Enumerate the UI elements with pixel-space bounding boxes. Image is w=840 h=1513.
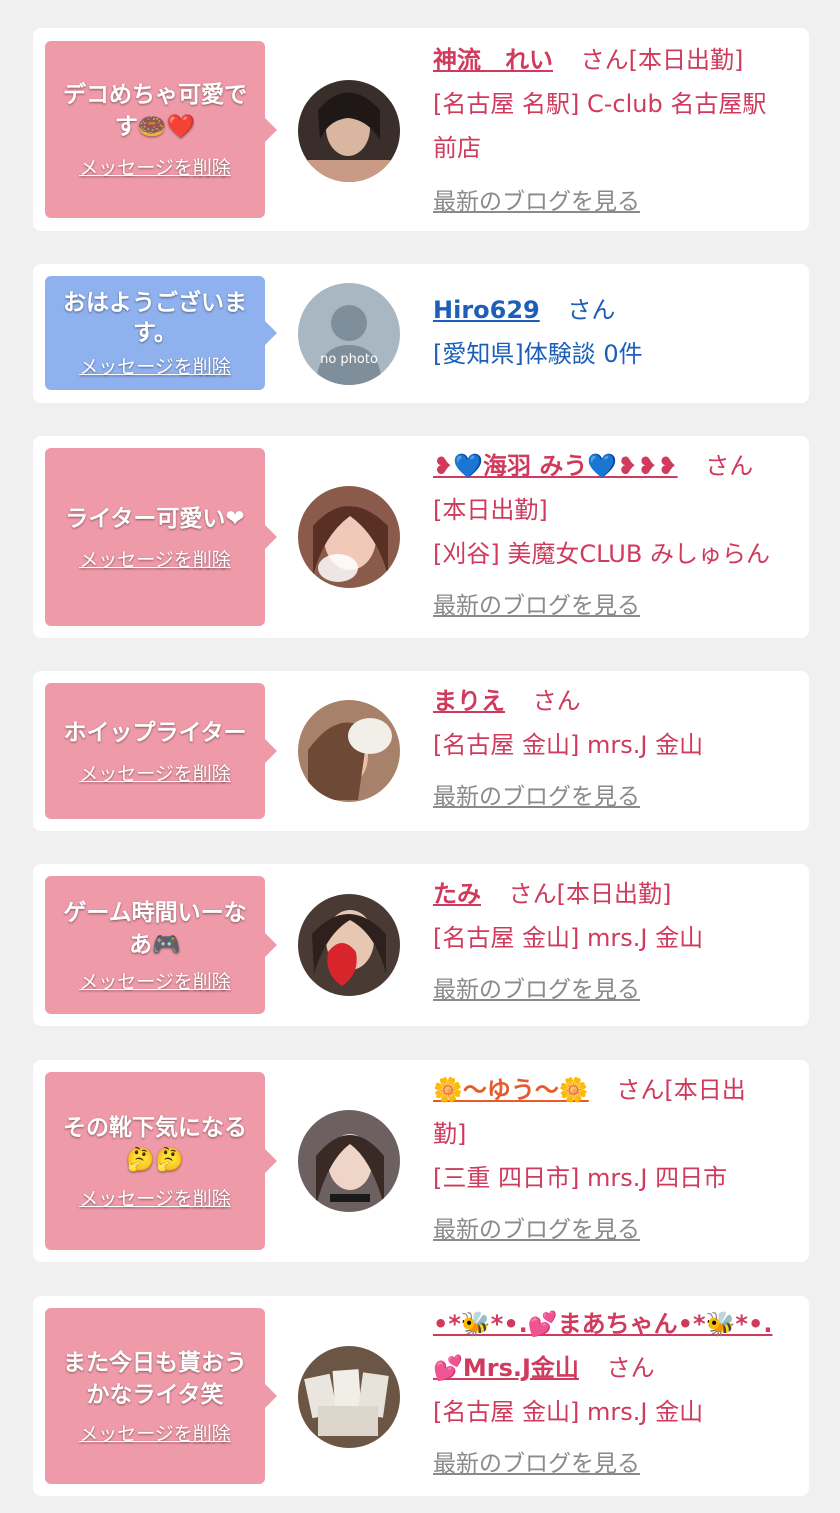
latest-blog-link[interactable]: 最新のブログを見る <box>433 1442 798 1486</box>
profile-info: Hiro629 さん [愛知県]体験談 0件 <box>433 288 798 376</box>
message-line: また今日も貰おう <box>63 1349 247 1376</box>
honorific-status: さん[本日出 <box>616 1076 746 1104</box>
shop-info: [名古屋 金山] mrs.J 金山 <box>433 924 704 952</box>
message-line: 🤔🤔 <box>126 1146 184 1173</box>
profile-name-link[interactable]: 🌼〜ゆう〜🌼 <box>433 1076 589 1104</box>
message-bubble: また今日も貰おう かなライタ笑 メッセージを削除 <box>45 1308 277 1484</box>
message-line: ゲーム時間いーな <box>63 899 247 926</box>
profile-info: まりえ さん [名古屋 金山] mrs.J 金山 最新のブログを見る <box>433 679 798 819</box>
profile-name-link[interactable]: ❥💙海羽 みう💙❥❥❥ <box>433 452 678 480</box>
status-text: [本日出勤] <box>433 496 548 524</box>
latest-blog-link[interactable]: 最新のブログを見る <box>433 968 798 1012</box>
message-card-2: おはようございま す。 メッセージを削除 no photo Hiro629 さん… <box>33 264 809 403</box>
delete-message-button[interactable]: メッセージを削除 <box>79 1419 231 1446</box>
message-line: す。 <box>133 319 177 346</box>
profile-name-link-cont[interactable]: 💕Mrs.J金山 <box>433 1354 579 1382</box>
profile-info: 🌼〜ゆう〜🌼 さん[本日出 勤] [三重 四日市] mrs.J 四日市 最新のブ… <box>433 1068 798 1252</box>
name-line: •*🐝*•.💕まあちゃん•*🐝*•. <box>433 1302 798 1346</box>
message-card-5: ゲーム時間いーな あ🎮 メッセージを削除 たみ さん[本日出勤] [名古屋 金山… <box>33 864 809 1026</box>
honorific: さん <box>606 1354 655 1382</box>
delete-message-button[interactable]: メッセージを削除 <box>79 1184 231 1211</box>
no-photo-text: no photo <box>320 352 378 367</box>
message-bubble: ホイップライター メッセージを削除 <box>45 683 277 819</box>
avatar[interactable] <box>298 700 400 802</box>
shop-info: [名古屋 金山] mrs.J 金山 <box>433 1398 704 1426</box>
delete-message-button[interactable]: メッセージを削除 <box>79 545 231 572</box>
honorific: さん <box>705 452 754 480</box>
review-info: [愛知県]体験談 0件 <box>433 340 643 368</box>
delete-message-button[interactable]: メッセージを削除 <box>79 153 231 180</box>
message-line: あ🎮 <box>129 931 181 958</box>
message-card-3: ライター可愛い❤ メッセージを削除 ❥💙海羽 みう💙❥❥❥ さん [本日出勤] … <box>33 436 809 638</box>
message-card-6: その靴下気になる 🤔🤔 メッセージを削除 🌼〜ゆう〜🌼 さん[本日出 勤] [三… <box>33 1060 809 1262</box>
delete-message-button[interactable]: メッセージを削除 <box>79 967 231 994</box>
profile-info: たみ さん[本日出勤] [名古屋 金山] mrs.J 金山 最新のブログを見る <box>433 872 798 1012</box>
avatar-no-photo[interactable]: no photo <box>298 283 400 385</box>
avatar[interactable] <box>298 80 400 182</box>
shop-info: [名古屋 金山] mrs.J 金山 <box>433 731 704 759</box>
profile-info: 神流 れい さん[本日出勤] [名古屋 名駅] C-club 名古屋駅 前店 最… <box>433 38 798 224</box>
message-bubble: デコめちゃ可愛で す🍩❤️ メッセージを削除 <box>45 41 277 218</box>
profile-info: •*🐝*•.💕まあちゃん•*🐝*•. 💕Mrs.J金山 さん [名古屋 金山] … <box>433 1302 798 1486</box>
profile-name-link[interactable]: まりえ <box>433 687 505 715</box>
message-text: ライター可愛い❤ <box>65 503 244 535</box>
avatar[interactable] <box>298 1110 400 1212</box>
name-line: たみ さん[本日出勤] <box>433 872 798 916</box>
latest-blog-link[interactable]: 最新のブログを見る <box>433 180 798 224</box>
message-bubble: ゲーム時間いーな あ🎮 メッセージを削除 <box>45 876 277 1014</box>
avatar[interactable] <box>298 1346 400 1448</box>
message-bubble: ライター可愛い❤ メッセージを削除 <box>45 448 277 626</box>
shop-info: [三重 四日市] mrs.J 四日市 <box>433 1164 728 1192</box>
name-line-2: 💕Mrs.J金山 さん <box>433 1346 798 1390</box>
delete-message-button[interactable]: メッセージを削除 <box>79 759 231 786</box>
honorific: さん <box>567 296 616 324</box>
message-card-4: ホイップライター メッセージを削除 まりえ さん [名古屋 金山] mrs.J … <box>33 671 809 831</box>
name-line: ❥💙海羽 みう💙❥❥❥ さん <box>433 444 798 488</box>
delete-message-button[interactable]: メッセージを削除 <box>79 352 231 379</box>
message-line: おはようございま <box>63 289 247 316</box>
message-line: デコめちゃ可愛で <box>63 82 247 108</box>
profile-name-link[interactable]: たみ <box>433 880 481 908</box>
name-line: Hiro629 さん <box>433 288 798 332</box>
shop-info-cont: 前店 <box>433 134 481 162</box>
message-line: ホイップライター <box>63 719 247 746</box>
honorific-status: さん[本日出勤] <box>580 46 744 74</box>
avatar[interactable] <box>298 486 400 588</box>
message-text: デコめちゃ可愛で す🍩❤️ <box>63 79 247 143</box>
message-line: ライター可愛い❤ <box>65 505 245 532</box>
message-text: その靴下気になる 🤔🤔 <box>63 1112 247 1176</box>
profile-name-link[interactable]: •*🐝*•.💕まあちゃん•*🐝*•. <box>433 1310 772 1338</box>
name-line: 神流 れい さん[本日出勤] <box>433 38 798 82</box>
avatar[interactable] <box>298 894 400 996</box>
profile-name-link[interactable]: Hiro629 <box>433 296 540 324</box>
profile-info: ❥💙海羽 みう💙❥❥❥ さん [本日出勤] [刈谷] 美魔女CLUB みしゅらん… <box>433 444 798 628</box>
status-cont: 勤] <box>433 1120 467 1148</box>
message-text: ホイップライター <box>63 717 246 749</box>
message-line: その靴下気になる <box>63 1114 247 1141</box>
name-line: 🌼〜ゆう〜🌼 さん[本日出 <box>433 1068 798 1112</box>
message-line: す🍩❤️ <box>114 114 196 140</box>
message-text: また今日も貰おう かなライタ笑 <box>63 1347 247 1411</box>
latest-blog-link[interactable]: 最新のブログを見る <box>433 775 798 819</box>
shop-info: [名古屋 名駅] C-club 名古屋駅 <box>433 90 767 118</box>
latest-blog-link[interactable]: 最新のブログを見る <box>433 584 798 628</box>
honorific: さん <box>532 687 581 715</box>
name-line: まりえ さん <box>433 679 798 723</box>
message-card-7: また今日も貰おう かなライタ笑 メッセージを削除 •*🐝*•.💕まあちゃん•*🐝… <box>33 1296 809 1496</box>
message-text: ゲーム時間いーな あ🎮 <box>63 897 246 961</box>
shop-info: [刈谷] 美魔女CLUB みしゅらん <box>433 540 770 568</box>
honorific-status: さん[本日出勤] <box>508 880 672 908</box>
latest-blog-link[interactable]: 最新のブログを見る <box>433 1208 798 1252</box>
message-text: おはようございま す。 <box>63 288 247 348</box>
profile-name-link[interactable]: 神流 れい <box>433 46 553 74</box>
message-line: かなライタ笑 <box>86 1381 224 1408</box>
message-bubble: その靴下気になる 🤔🤔 メッセージを削除 <box>45 1072 277 1250</box>
message-card-1: デコめちゃ可愛で す🍩❤️ メッセージを削除 神流 れい さん[本日出勤] [名… <box>33 28 809 231</box>
message-bubble: おはようございま す。 メッセージを削除 <box>45 276 277 390</box>
